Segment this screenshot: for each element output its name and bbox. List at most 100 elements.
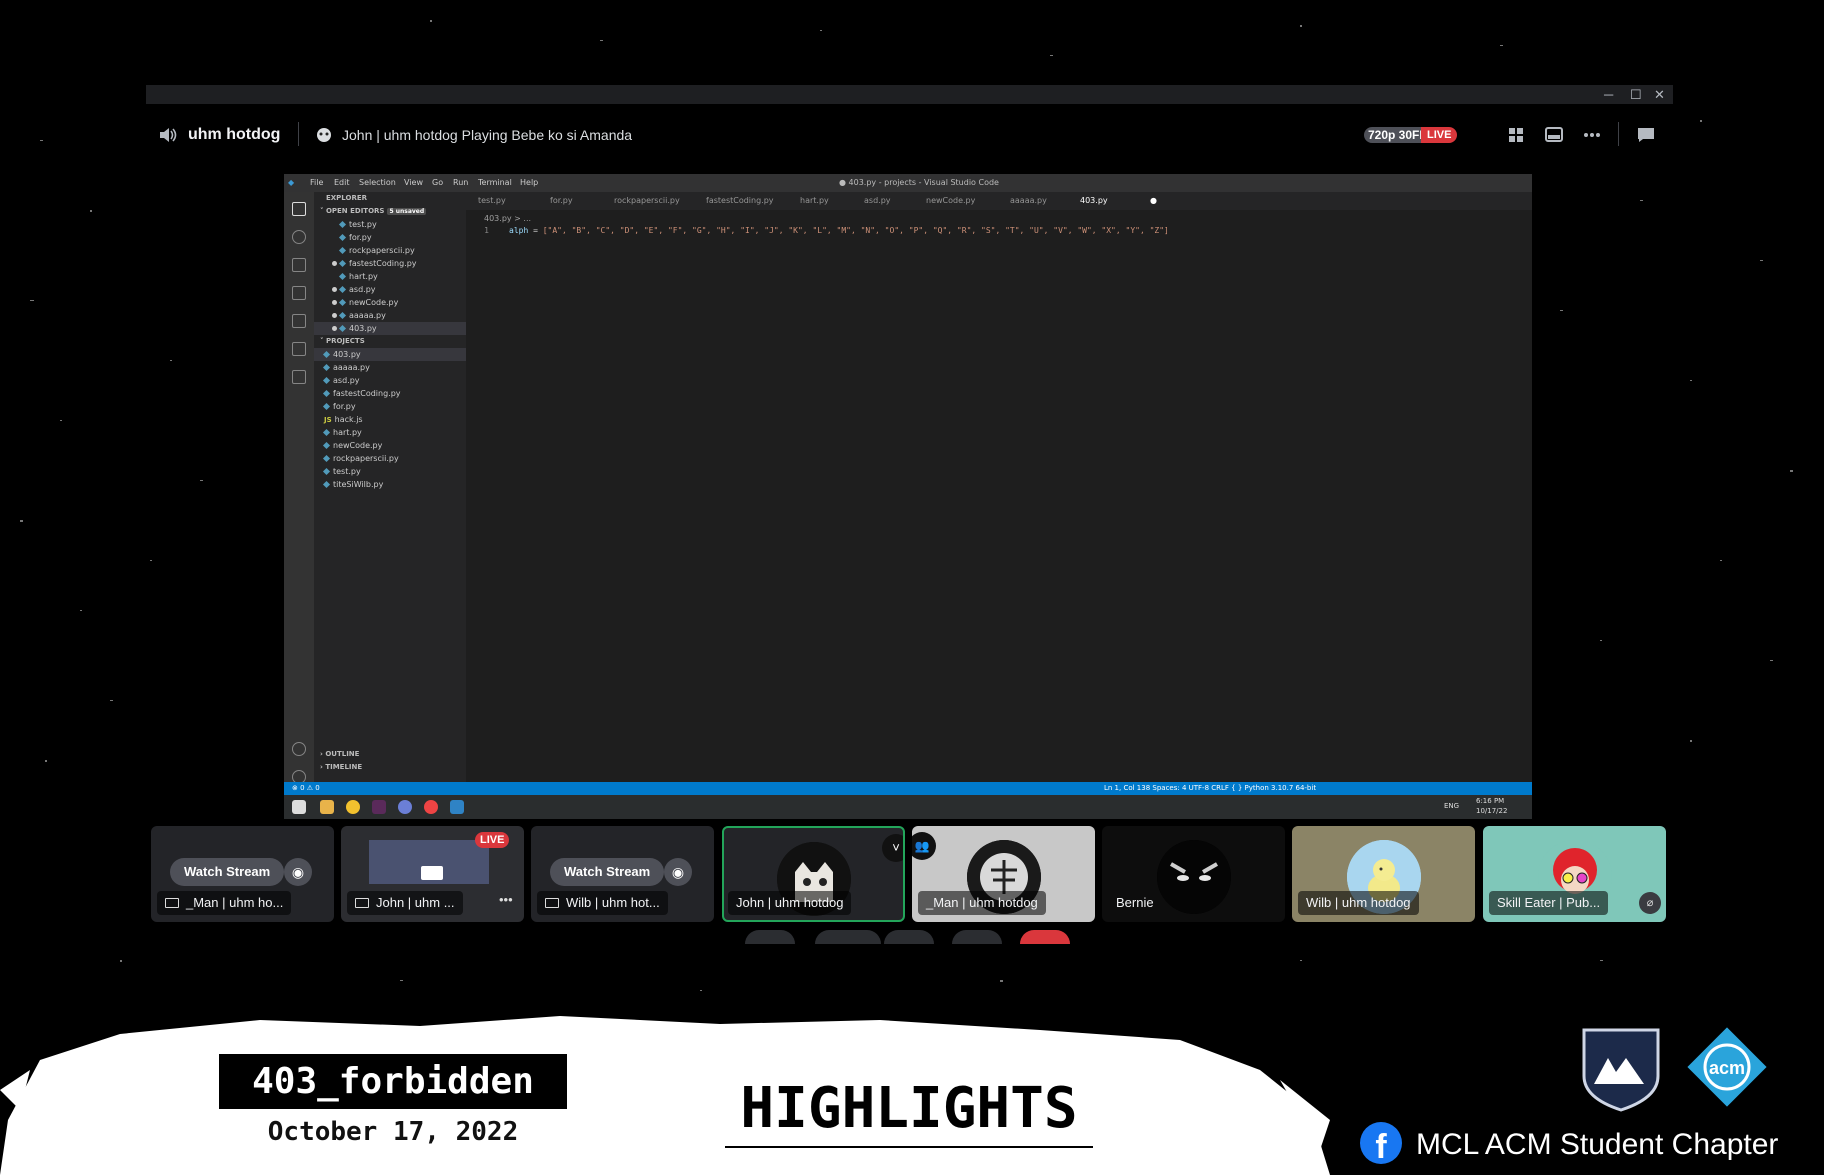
facebook-icon[interactable]: f [1360,1122,1402,1164]
project-file-item[interactable]: aaaaa.py [314,361,466,374]
editor-tab[interactable]: hart.py [800,192,829,210]
editor-tab[interactable]: rockpaperscii.py [614,192,680,210]
timeline-header[interactable]: › TIMELINE [320,761,472,774]
outline-header[interactable]: › OUTLINE [320,748,472,761]
open-editor-item[interactable]: rockpaperscii.py [314,244,466,257]
editor-status[interactable]: Ln 1, Col 138 Spaces: 4 UTF-8 CRLF { } P… [1104,782,1316,795]
muted-mic-icon: ⌀ [1639,892,1661,914]
grid-layout-icon[interactable] [1506,126,1526,144]
open-editor-item[interactable]: fastestCoding.py [314,257,466,270]
open-editor-item[interactable]: aaaaa.py [314,309,466,322]
clock-date[interactable]: 10/17/22 [1476,807,1507,815]
menu-terminal[interactable]: Terminal [478,178,512,187]
problems-status[interactable]: ⊗ 0 ⚠ 0 [292,782,320,795]
editor-tab[interactable]: for.py [550,192,573,210]
watch-stream-button[interactable]: Watch Stream [550,858,665,886]
windows-start-icon[interactable] [292,800,306,814]
app-icon[interactable] [372,800,386,814]
participant-tile[interactable]: LIVE John | uhm ... ••• [341,826,524,922]
open-editors-header[interactable]: ˅ OPEN EDITORS 5 unsaved [320,205,472,218]
file-explorer-icon[interactable] [320,800,334,814]
project-file-item[interactable]: titeSiWilb.py [314,478,466,491]
projects-header[interactable]: ˅ PROJECTS [320,335,472,348]
editor-tab[interactable]: asd.py [864,192,891,210]
more-options-icon[interactable] [1582,126,1602,144]
project-file-item[interactable]: hart.py [314,426,466,439]
participant-tile[interactable]: Bernie [1102,826,1285,922]
chevron-down-icon[interactable]: ˅ [882,834,903,862]
participant-tile[interactable]: Watch Stream ◉ _Man | uhm ho... [151,826,334,922]
python-file-icon [338,220,347,229]
remote-icon[interactable] [292,370,306,384]
file-label: asd.py [349,285,376,294]
call-control-button[interactable] [745,930,795,944]
popout-icon[interactable] [1544,126,1564,144]
chrome-icon[interactable] [346,800,360,814]
watch-stream-button[interactable]: Watch Stream [170,858,285,886]
editor-tab[interactable]: newCode.py [926,192,975,210]
watch-together-icon[interactable]: ◉ [664,858,692,886]
editor-tab[interactable]: aaaaa.py [1010,192,1047,210]
org-credit: f MCL ACM Student Chapter [1360,1122,1820,1172]
menu-go[interactable]: Go [432,178,443,187]
participant-tile-speaking[interactable]: John | uhm hotdog ˅ [722,826,905,922]
vscode-taskbar-icon[interactable] [450,800,464,814]
language-indicator[interactable]: ENG [1444,802,1459,810]
volume-icon [160,128,177,142]
project-file-item[interactable]: 403.py [314,348,466,361]
testing-icon[interactable] [292,342,306,356]
close-button[interactable]: ✕ [1654,85,1665,104]
project-file-item[interactable]: JS hack.js [314,413,466,426]
files-icon[interactable] [292,202,306,216]
open-editor-item[interactable]: for.py [314,231,466,244]
org-name[interactable]: MCL ACM Student Chapter [1416,1128,1778,1162]
browser-icon[interactable] [424,800,438,814]
menu-selection[interactable]: Selection [359,178,396,187]
watch-together-icon[interactable]: ◉ [284,858,312,886]
vscode-window: ◆ File Edit Selection View Go Run Termin… [284,174,1532,819]
open-editor-item[interactable]: hart.py [314,270,466,283]
call-control-button[interactable] [884,930,934,944]
call-control-button[interactable] [815,930,881,944]
search-icon[interactable] [292,230,306,244]
discord-icon[interactable] [398,800,412,814]
editor-tab[interactable]: test.py [478,192,506,210]
open-editor-item[interactable]: test.py [314,218,466,231]
minimize-button[interactable]: ─ [1604,85,1613,104]
extensions-icon[interactable] [292,314,306,328]
editor-tab-active[interactable]: 403.py [1080,192,1108,210]
code-line[interactable]: 1 alph = ["A", "B", "C", "D", "E", "F", "… [469,226,1169,235]
clock-time[interactable]: 6:16 PM [1476,797,1504,805]
project-file-item[interactable]: test.py [314,465,466,478]
project-file-item[interactable]: for.py [314,400,466,413]
project-file-item[interactable]: asd.py [314,374,466,387]
participant-tile[interactable]: Watch Stream ◉ Wilb | uhm hot... [531,826,714,922]
participant-tile[interactable]: 👥 _Man | uhm hotdog [912,826,1095,922]
menu-file[interactable]: File [310,178,323,187]
project-file-item[interactable]: newCode.py [314,439,466,452]
project-file-item[interactable]: fastestCoding.py [314,387,466,400]
menu-edit[interactable]: Edit [334,178,350,187]
breadcrumb[interactable]: 403.py > ... [484,214,531,223]
disconnect-button[interactable] [1020,930,1070,944]
chat-icon[interactable] [1636,126,1656,144]
open-editor-item[interactable]: 403.py [314,322,466,335]
participant-tile[interactable]: Skill Eater | Pub... ⌀ [1483,826,1666,922]
participant-tile[interactable]: Wilb | uhm hotdog [1292,826,1475,922]
timeline-title: TIMELINE [325,763,363,771]
friends-icon[interactable]: 👥 [912,832,936,860]
menu-help[interactable]: Help [520,178,538,187]
open-editor-item[interactable]: asd.py [314,283,466,296]
source-control-icon[interactable] [292,258,306,272]
project-file-item[interactable]: rockpaperscii.py [314,452,466,465]
screen-share-icon [545,898,559,908]
more-icon[interactable]: ••• [499,892,513,907]
menu-run[interactable]: Run [453,178,468,187]
maximize-button[interactable]: ☐ [1630,85,1642,104]
open-editor-item[interactable]: newCode.py [314,296,466,309]
editor-tab[interactable]: fastestCoding.py [706,192,774,210]
run-debug-icon[interactable] [292,286,306,300]
menu-view[interactable]: View [404,178,423,187]
call-control-button[interactable] [952,930,1002,944]
account-icon[interactable] [292,742,306,756]
